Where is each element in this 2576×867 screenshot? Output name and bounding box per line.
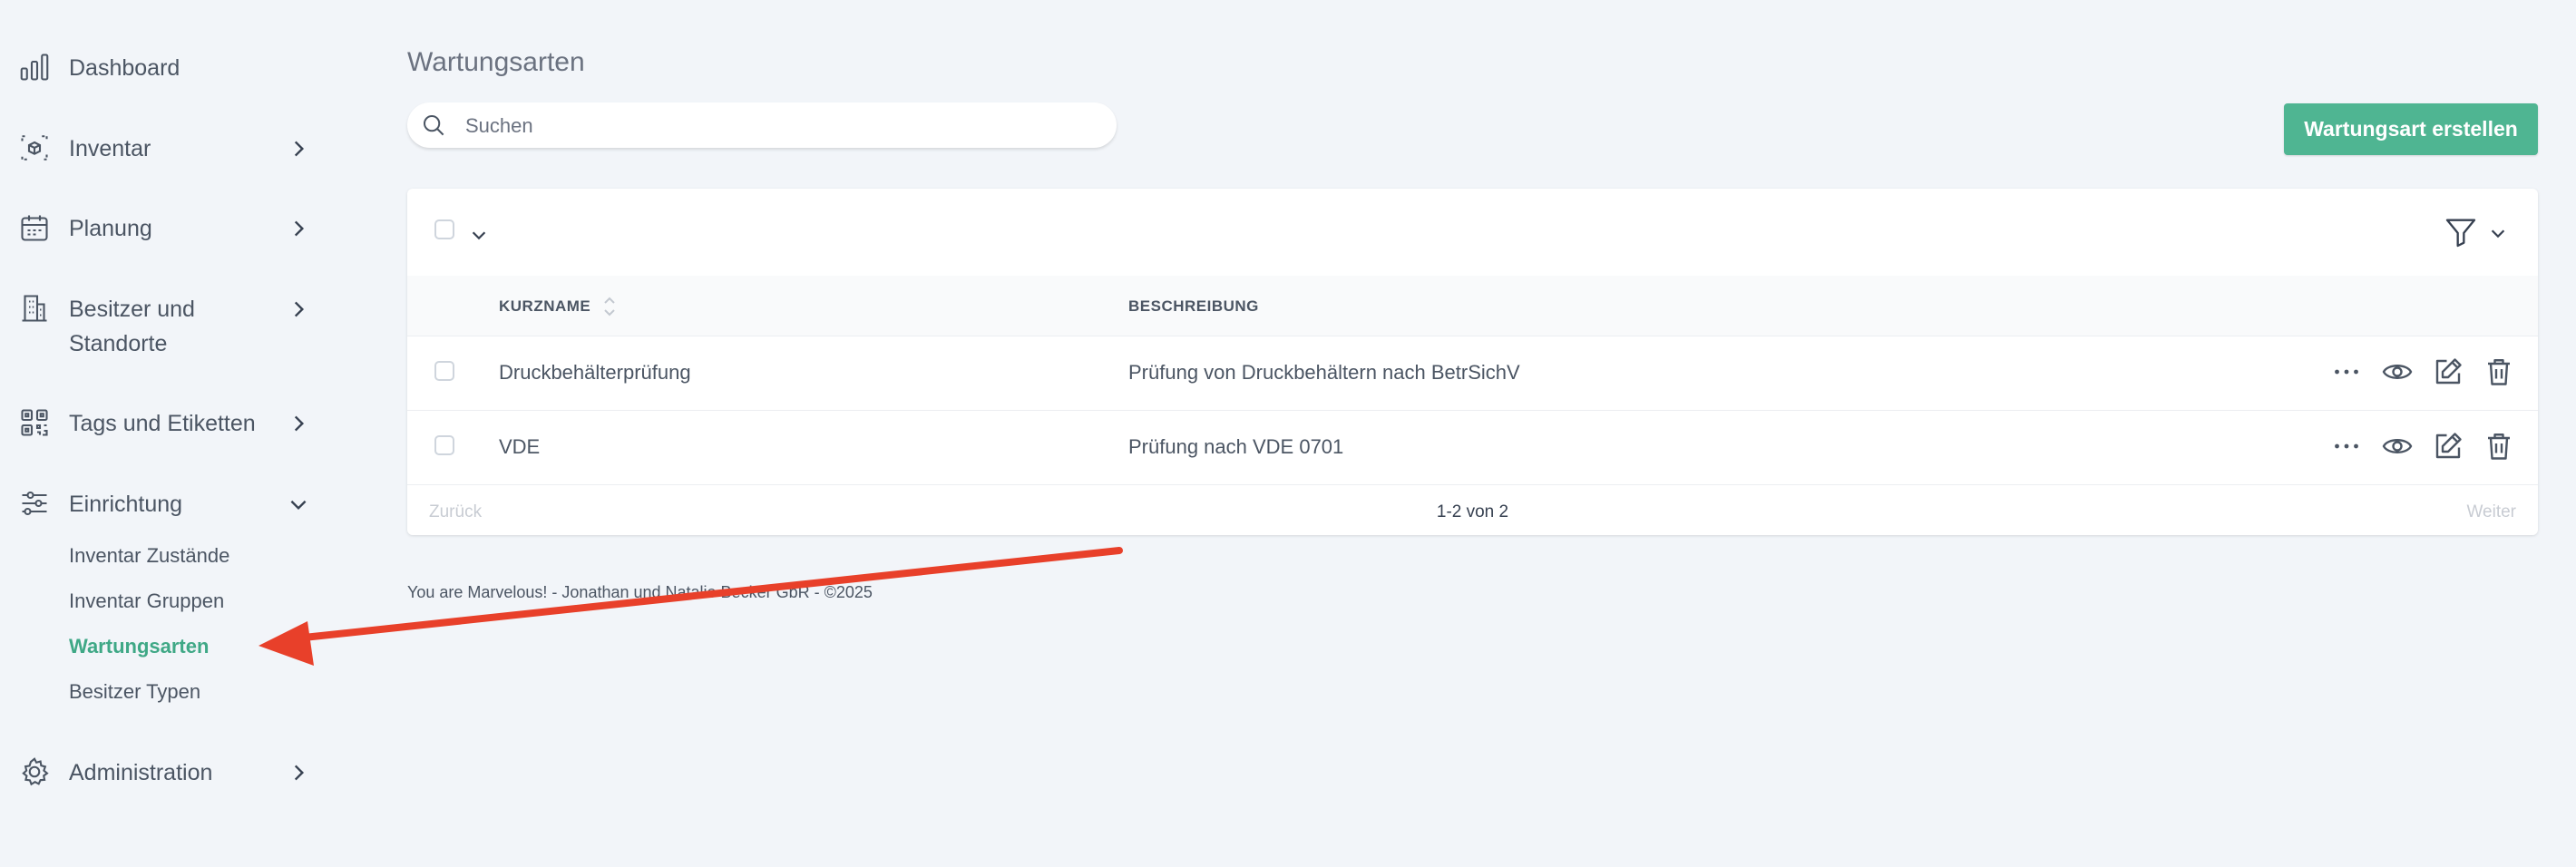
chevron-right-icon — [287, 137, 310, 161]
chevron-right-icon — [287, 761, 310, 784]
footer-text: You are Marvelous! - Jonathan und Natali… — [407, 583, 873, 601]
search-input[interactable] — [463, 110, 1084, 142]
eye-icon[interactable] — [2381, 430, 2414, 463]
sidebar-subitem-wartungsarten[interactable]: Wartungsarten — [69, 635, 209, 658]
building-icon — [18, 292, 51, 325]
bar-chart-icon — [18, 51, 51, 83]
table-row: Druckbehälterprüfung Prüfung von Druckbe… — [407, 336, 2538, 411]
chevron-down-icon — [287, 492, 310, 516]
sidebar-item-label-line1: Besitzer und — [69, 297, 195, 322]
chevron-down-icon[interactable] — [469, 225, 489, 245]
table-row: VDE Prüfung nach VDE 0701 — [407, 410, 2538, 485]
table-toolbar — [407, 189, 2538, 277]
pagination: Zurück 1-2 von 2 Weiter — [407, 484, 2538, 535]
sidebar-item-label: Dashboard — [69, 55, 181, 81]
sliders-icon — [18, 487, 51, 520]
sidebar: Dashboard Inventar Planung Besitzer und … — [0, 0, 345, 867]
cell-kurzname: Druckbehälterprüfung — [499, 361, 691, 384]
calendar-icon — [18, 211, 51, 244]
sidebar-subitem-inventar-zustaende[interactable]: Inventar Zustände — [69, 544, 229, 568]
edit-icon[interactable] — [2432, 356, 2464, 388]
more-icon[interactable] — [2330, 356, 2363, 388]
chevron-down-icon[interactable] — [2488, 223, 2508, 243]
column-header-kurzname[interactable]: KURZNAME — [499, 297, 590, 316]
pagination-next-button[interactable]: Weiter — [2466, 502, 2516, 522]
sidebar-item-label: Planung — [69, 216, 152, 241]
sidebar-subitem-inventar-gruppen[interactable]: Inventar Gruppen — [69, 589, 224, 613]
sidebar-item-label: Administration — [69, 760, 213, 785]
search-icon — [420, 112, 447, 139]
sort-icon[interactable] — [600, 294, 619, 319]
gear-icon — [18, 755, 51, 788]
search-box — [407, 102, 1117, 148]
cell-beschreibung: Prüfung nach VDE 0701 — [1128, 435, 1344, 458]
create-wartungsart-button[interactable]: Wartungsart erstellen — [2284, 103, 2538, 155]
trash-icon[interactable] — [2483, 430, 2515, 463]
row-checkbox[interactable] — [434, 361, 454, 381]
edit-icon[interactable] — [2432, 430, 2464, 463]
sidebar-item-besitzer-standorte[interactable]: Besitzer und Standorte — [0, 292, 327, 365]
table-card: KURZNAME BESCHREIBUNG Druckbehälterprüfu… — [407, 189, 2538, 535]
filter-icon[interactable] — [2443, 214, 2479, 250]
trash-icon[interactable] — [2483, 356, 2515, 388]
sidebar-subitem-besitzer-typen[interactable]: Besitzer Typen — [69, 680, 200, 704]
cell-beschreibung: Prüfung von Druckbehältern nach BetrSich… — [1128, 361, 1520, 384]
sidebar-item-label-line2: Standorte — [69, 331, 168, 356]
select-all-checkbox[interactable] — [434, 219, 454, 239]
pagination-info: 1-2 von 2 — [1436, 502, 1509, 521]
qr-code-icon — [18, 406, 51, 439]
chevron-right-icon — [287, 217, 310, 240]
sidebar-item-label: Einrichtung — [69, 492, 183, 517]
chevron-right-icon — [287, 412, 310, 435]
chevron-right-icon — [287, 297, 310, 321]
table-header: KURZNAME BESCHREIBUNG — [407, 276, 2538, 336]
page-title: Wartungsarten — [407, 47, 585, 77]
sidebar-item-label: Inventar — [69, 136, 151, 161]
cell-kurzname: VDE — [499, 435, 541, 458]
eye-icon[interactable] — [2381, 356, 2414, 388]
sidebar-item-label: Tags und Etiketten — [69, 411, 256, 436]
more-icon[interactable] — [2330, 430, 2363, 463]
row-checkbox[interactable] — [434, 435, 454, 455]
cube-scan-icon — [18, 132, 51, 164]
column-header-beschreibung: BESCHREIBUNG — [1128, 297, 1259, 315]
